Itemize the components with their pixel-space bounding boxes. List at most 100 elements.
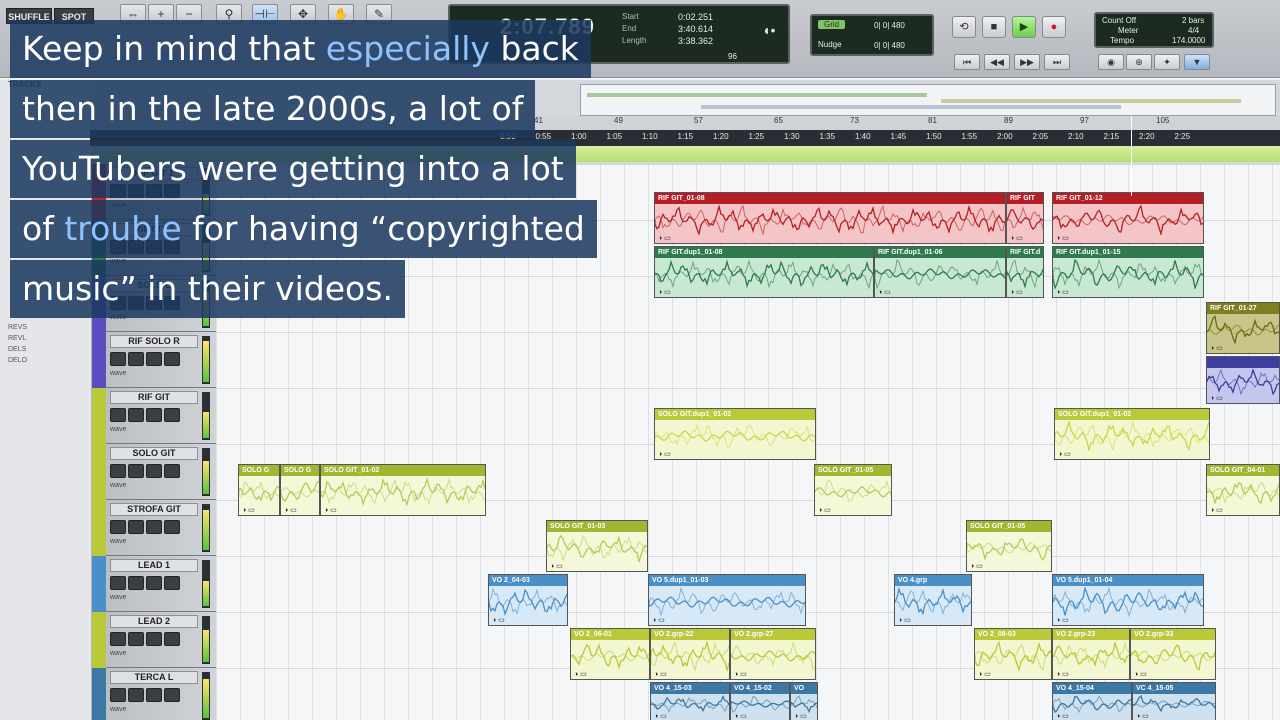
solo-button[interactable] (146, 408, 162, 422)
record-enable-button[interactable] (110, 688, 126, 702)
mute-button[interactable] (164, 464, 180, 478)
solo-button[interactable] (146, 520, 162, 534)
start-value[interactable]: 0:02.251 (678, 12, 713, 22)
edit-window[interactable]: RIF GIT_01-08 ◑ ▭ RIF GIT ◑ ▭ RIF GIT_01-1… (216, 164, 1280, 720)
audio-clip[interactable]: SOLO GIT.dup1_01-02 ◑ ▭ (654, 408, 816, 460)
grid-value[interactable]: 0| 0| 480 (874, 21, 905, 30)
clip-gain-icon[interactable]: ◑ ▭ (1210, 394, 1223, 402)
record-enable-button[interactable] (110, 240, 126, 254)
track-header[interactable]: STROFA GIT wave (92, 500, 216, 556)
clip-gain-icon[interactable]: ◑ ▭ (654, 670, 667, 678)
audio-clip[interactable]: VO 5.dup1_01-03 ◑ ▭ (648, 574, 806, 626)
clip-gain-icon[interactable]: ◑ ▭ (492, 616, 505, 624)
audio-clip[interactable]: SOLO GIT_01-05 ◑ ▭ (966, 520, 1052, 572)
conductor-icon[interactable]: ✦ (1154, 54, 1180, 70)
solo-button[interactable] (146, 352, 162, 366)
solo-button[interactable] (146, 296, 162, 310)
online-icon[interactable]: ⟲ (952, 16, 976, 38)
clip-gain-icon[interactable]: ◑ ▭ (1010, 234, 1023, 242)
clip-gain-icon[interactable]: ◑ ▭ (652, 616, 665, 624)
clip-gain-icon[interactable]: ◑ ▭ (734, 670, 747, 678)
stop-button[interactable]: ■ (982, 16, 1006, 38)
input-monitor-button[interactable] (128, 632, 144, 646)
audio-clip[interactable]: ◑ ▭ (1206, 356, 1280, 404)
audio-clip[interactable]: VO 4_15-03 ◑ ▭ (650, 682, 730, 720)
speaker-icon[interactable]: ◖• (762, 22, 775, 38)
clip-gain-icon[interactable]: ◑ ▭ (1056, 712, 1069, 720)
back-icon[interactable]: ◀◀ (984, 54, 1010, 70)
track-name[interactable]: LEAD 1 (110, 559, 198, 572)
track-name[interactable]: LEAD 2 (110, 615, 198, 628)
audio-clip[interactable]: VO 2.grp-33 ◑ ▭ (1130, 628, 1216, 680)
track-header[interactable]: RIF GIT 2 wave (92, 220, 216, 276)
mute-button[interactable] (164, 352, 180, 366)
record-enable-button[interactable] (110, 184, 126, 198)
audio-clip[interactable]: SOLO G ◑ ▭ (238, 464, 280, 516)
track-name[interactable]: SOLO L (110, 279, 198, 292)
record-enable-button[interactable] (110, 352, 126, 366)
input-monitor-button[interactable] (128, 240, 144, 254)
clip-gain-icon[interactable]: ◑ ▭ (1210, 344, 1223, 352)
audio-clip[interactable]: VC 4_15-05 ◑ ▭ (1132, 682, 1216, 720)
grabber-hand-icon[interactable]: ✋ (328, 4, 354, 24)
clip-gain-icon[interactable]: ◑ ▭ (550, 562, 563, 570)
track-view-selector[interactable]: wave (110, 482, 126, 489)
solo-button[interactable] (146, 184, 162, 198)
track-header[interactable]: LEAD 1 wave (92, 556, 216, 612)
clip-gain-icon[interactable]: ◑ ▭ (818, 506, 831, 514)
input-monitor-button[interactable] (128, 408, 144, 422)
clip-gain-icon[interactable]: ◑ ▭ (1056, 288, 1069, 296)
clip-gain-icon[interactable]: ◑ ▭ (1058, 450, 1071, 458)
audio-clip[interactable]: VO 4.grp ◑ ▭ (894, 574, 972, 626)
clip-gain-icon[interactable]: ◑ ▭ (658, 450, 671, 458)
audio-clip[interactable]: RIF GIT_01-08 ◑ ▭ (654, 192, 1006, 244)
zoom-in-icon[interactable]: + (148, 4, 174, 24)
audio-clip[interactable]: RIF GIT_01-27 ◑ ▭ (1206, 302, 1280, 354)
track-name[interactable]: STROFA GIT (110, 503, 198, 516)
audio-clip[interactable]: VO 4_15-02 ◑ ▭ (730, 682, 790, 720)
track-name[interactable]: RIF GIT 1 (110, 167, 198, 180)
end-icon[interactable]: ⏭ (1044, 54, 1070, 70)
audio-clip[interactable]: VO ◑ ▭ (790, 682, 818, 720)
track-name[interactable]: RIF GIT (110, 391, 198, 404)
track-view-selector[interactable]: wave (110, 706, 126, 713)
audio-clip[interactable]: SOLO GIT_01-05 ◑ ▭ (814, 464, 892, 516)
record-button[interactable]: ● (1042, 16, 1066, 38)
pencil-tool-icon[interactable]: ✎ (366, 4, 392, 24)
audio-clip[interactable]: VO 2.grp-23 ◑ ▭ (1052, 628, 1130, 680)
clip-gain-icon[interactable]: ◑ ▭ (978, 670, 991, 678)
input-monitor-button[interactable] (128, 184, 144, 198)
track-view-selector[interactable]: wave (110, 370, 126, 377)
track-header[interactable]: SOLO GIT wave (92, 444, 216, 500)
audio-clip[interactable]: VO 2_04-03 ◑ ▭ (488, 574, 568, 626)
tempo-ruler[interactable] (90, 146, 1280, 162)
solo-button[interactable] (146, 464, 162, 478)
rewind-icon[interactable]: ⏮ (954, 54, 980, 70)
solo-button[interactable] (146, 240, 162, 254)
audio-clip[interactable]: VO 2.grp-22 ◑ ▭ (650, 628, 730, 680)
record-enable-button[interactable] (110, 520, 126, 534)
audio-clip[interactable]: SOLO GIT.dup1_01-02 ◑ ▭ (1054, 408, 1210, 460)
audio-clip[interactable]: SOLO GIT_04-01 ◑ ▭ (1206, 464, 1280, 516)
tempo-label[interactable]: Tempo (1110, 36, 1134, 45)
count-off-label[interactable]: Count Off (1102, 16, 1136, 25)
mute-button[interactable] (164, 688, 180, 702)
solo-button[interactable] (146, 688, 162, 702)
end-value[interactable]: 3:40.614 (678, 24, 713, 34)
clip-gain-icon[interactable]: ◑ ▭ (242, 506, 255, 514)
midi-merge-icon[interactable]: ⊕ (1126, 54, 1152, 70)
input-monitor-button[interactable] (128, 352, 144, 366)
track-view-selector[interactable]: wave (110, 426, 126, 433)
audio-clip[interactable]: RIF GIT.d ◑ ▭ (1006, 246, 1044, 298)
magnifier-icon[interactable]: ⚲ (216, 4, 242, 24)
clip-gain-icon[interactable]: ◑ ▭ (658, 288, 671, 296)
play-button[interactable]: ▶ (1012, 16, 1036, 38)
track-view-selector[interactable]: wave (110, 314, 126, 321)
track-name[interactable]: RIF GIT 2 (110, 223, 198, 236)
clip-gain-icon[interactable]: ◑ ▭ (1210, 506, 1223, 514)
track-view-selector[interactable]: wave (110, 594, 126, 601)
forward-icon[interactable]: ▶▶ (1014, 54, 1040, 70)
meter-label[interactable]: Meter (1118, 26, 1138, 35)
selector-tool-icon[interactable]: ✥ (290, 4, 316, 24)
track-header[interactable]: TERCA L wave (92, 668, 216, 720)
